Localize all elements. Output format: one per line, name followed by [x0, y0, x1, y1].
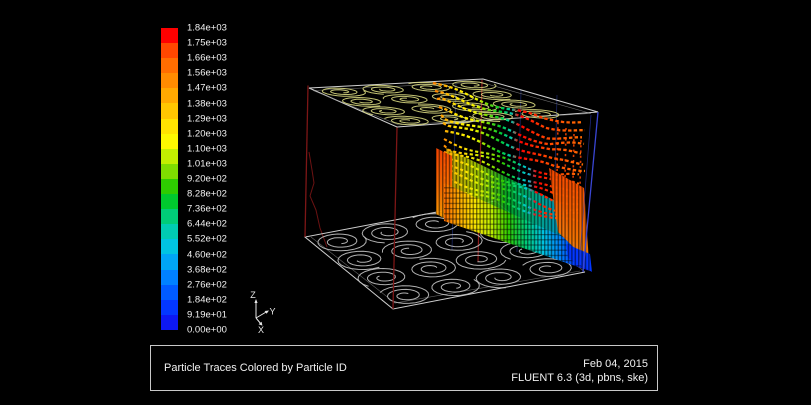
tube-spiral [338, 251, 381, 269]
x-axis-label: X [258, 325, 264, 335]
tube-spiral [322, 88, 365, 96]
tube-spiral [493, 100, 535, 108]
particle-trace-tick [580, 140, 581, 188]
tube-spiral [382, 241, 431, 258]
particle-trace-tick [565, 128, 566, 180]
caption-text: Particle Traces Colored by Particle ID [164, 346, 347, 390]
solver-stamp: Feb 04, 2015 FLUENT 6.3 (3d, pbns, ske) [511, 358, 648, 385]
tube-spiral [453, 81, 496, 89]
tube-spiral [358, 269, 405, 287]
box-front-edges [305, 86, 397, 310]
tube-spiral [436, 232, 482, 251]
tube-spiral [432, 279, 479, 295]
tube-spiral [412, 258, 456, 277]
y-axis-line [256, 312, 267, 319]
particle-traces [433, 83, 592, 272]
tube-spiral [363, 85, 403, 94]
left-wall-trace [309, 152, 327, 247]
caption-box: Particle Traces Colored by Particle ID F… [150, 345, 658, 391]
left-vertical-edge [305, 86, 308, 238]
axis-triad: Z Y X [250, 290, 275, 335]
y-axis-label: Y [270, 307, 276, 317]
tube-spiral [456, 252, 506, 269]
tube-spiral [363, 107, 405, 115]
fluent-graphics-window: 1.84e+031.75e+031.66e+031.56e+031.47e+03… [0, 0, 811, 405]
tube-spiral [362, 224, 407, 243]
tube-spiral [380, 286, 429, 304]
front-vertical-edge [393, 127, 397, 309]
z-axis-label: Z [250, 290, 256, 300]
solver-text: FLUENT 6.3 (3d, pbns, ske) [511, 372, 648, 386]
date-text: Feb 04, 2015 [511, 358, 648, 372]
tube-spiral [473, 91, 511, 100]
tube-spiral [383, 95, 427, 103]
